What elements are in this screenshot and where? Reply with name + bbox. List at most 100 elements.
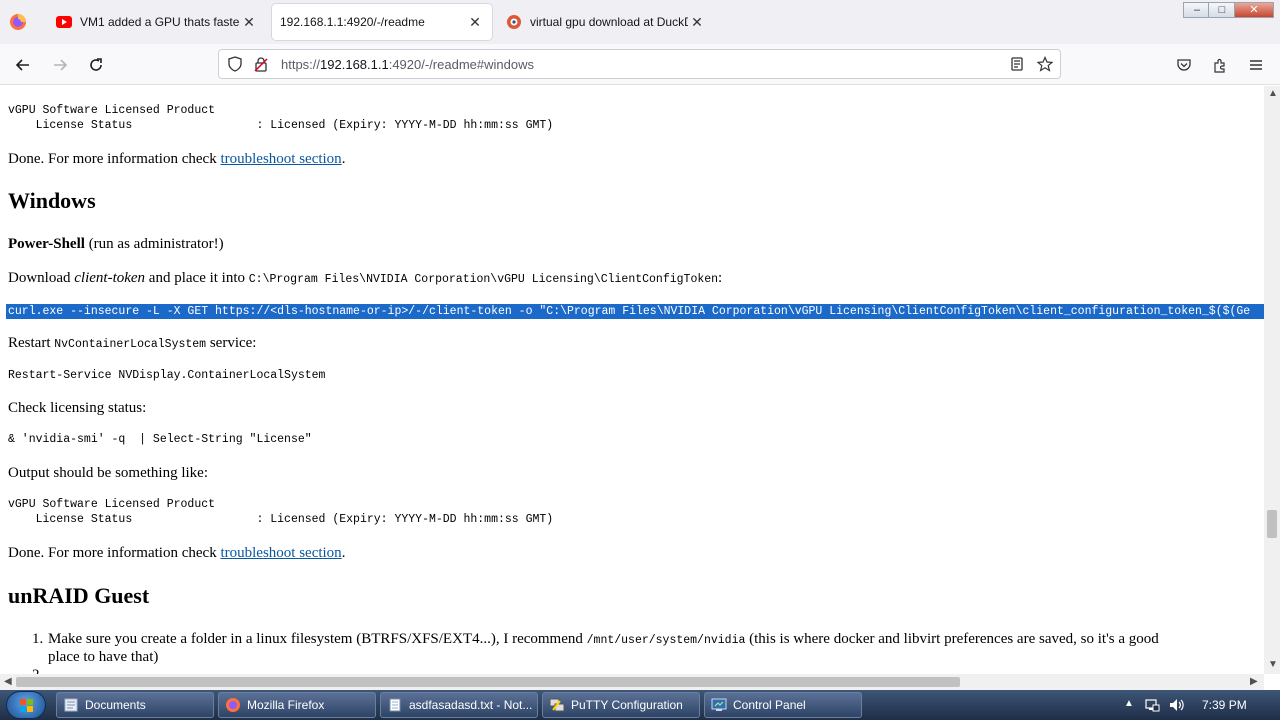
firefox-menu-icon[interactable] [8, 12, 28, 32]
bookmark-star-icon[interactable] [1036, 56, 1054, 77]
list-item-text: Make sure you create a folder in a linux… [48, 631, 587, 647]
close-icon[interactable]: ✕ [240, 14, 258, 31]
install-path-code: C:\Program Files\NVIDIA Corporation\vGPU… [248, 273, 719, 286]
control-panel-icon [711, 697, 727, 713]
powershell-paragraph: Power-Shell (run as administrator!) [8, 236, 224, 253]
minimize-button[interactable]: – [1183, 2, 1211, 18]
taskbar-label: PuTTY Configuration [571, 698, 683, 712]
youtube-icon [56, 14, 72, 30]
horizontal-scroll-thumb[interactable] [16, 677, 960, 687]
url-path: :4920/-/readme#windows [388, 57, 534, 72]
taskbar-item-putty[interactable]: PuTTY Configuration [542, 692, 700, 718]
reload-icon[interactable] [83, 52, 109, 78]
taskbar-item-firefox[interactable]: Mozilla Firefox [218, 692, 376, 718]
tab-youtube[interactable]: VM1 added a GPU thats faster t ✕ [48, 4, 266, 40]
putty-icon [549, 697, 565, 713]
windows-heading: Windows [8, 188, 96, 213]
download-end: : [718, 270, 723, 286]
pocket-icon[interactable] [1171, 52, 1197, 78]
scroll-right-icon[interactable]: ▶ [1250, 676, 1258, 687]
show-hidden-icons-icon[interactable]: ▲ [1124, 698, 1134, 709]
lock-warning-icon[interactable] [253, 56, 269, 77]
clock[interactable]: 7:39 PM [1202, 698, 1247, 712]
restart-paragraph: Restart NvContainerLocalSystem service: [8, 335, 256, 352]
close-icon[interactable]: ✕ [688, 14, 706, 31]
vertical-scroll-thumb[interactable] [1267, 510, 1277, 538]
check-paragraph: Check licensing status: [8, 400, 147, 416]
notepad-icon [387, 697, 403, 713]
output-line: vGPU Software Licensed Product [8, 498, 216, 511]
start-button[interactable] [6, 691, 46, 719]
output-line: vGPU Software Licensed Product [8, 104, 216, 117]
forward-icon[interactable] [47, 52, 73, 78]
taskbar: Documents Mozilla Firefox asdfasadasd.tx… [0, 690, 1280, 720]
taskbar-item-documents[interactable]: Documents [56, 692, 214, 718]
url-text[interactable]: https://192.168.1.1:4920/-/readme#window… [281, 57, 534, 72]
done-end: . [341, 545, 346, 561]
tab-readme[interactable]: 192.168.1.1:4920/-/readme ✕ [272, 4, 492, 40]
menu-icon[interactable] [1243, 52, 1269, 78]
url-host: 192.168.1.1 [320, 57, 389, 72]
page-content: vGPU Software Licensed Product License S… [0, 86, 1264, 674]
done-text: Done. For more information check [8, 151, 221, 167]
scroll-down-icon[interactable]: ▼ [1268, 659, 1278, 670]
taskbar-item-notepad[interactable]: asdfasadasd.txt - Not... [380, 692, 538, 718]
list-item-number: 2. [32, 667, 43, 674]
download-mid: and place it into [145, 270, 249, 286]
done-end: . [341, 151, 346, 167]
restart-end: service: [206, 335, 257, 351]
restart-pre: Restart [8, 335, 55, 351]
troubleshoot-link[interactable]: troubleshoot section [220, 545, 341, 561]
duckduckgo-icon [506, 14, 522, 30]
list-item: Make sure you create a folder in a linux… [48, 631, 1159, 648]
url-scheme: https:// [281, 57, 321, 72]
done-text: Done. For more information check [8, 545, 221, 561]
close-icon[interactable]: ✕ [466, 14, 484, 31]
done-paragraph: Done. For more information check trouble… [8, 545, 345, 562]
download-paragraph: Download client-token and place it into … [8, 270, 722, 287]
shield-icon[interactable] [227, 56, 243, 77]
scroll-up-icon[interactable]: ▲ [1268, 88, 1278, 99]
powershell-rest: (run as administrator!) [84, 236, 224, 252]
url-bar[interactable]: https://192.168.1.1:4920/-/readme#window… [218, 49, 1061, 79]
list-item-text: (this is where docker and libvirt prefer… [745, 631, 1159, 647]
taskbar-label: Control Panel [733, 698, 806, 712]
client-token-italic: client-token [74, 270, 146, 286]
nvidia-path-code: /mnt/user/system/nvidia [586, 634, 746, 647]
service-name-code: NvContainerLocalSystem [54, 338, 207, 351]
scroll-left-icon[interactable]: ◀ [4, 676, 12, 687]
system-tray: ▲ 7:39 PM [1118, 690, 1280, 720]
taskbar-label: Mozilla Firefox [247, 698, 325, 712]
restart-command: Restart-Service NVDisplay.ContainerLocal… [8, 369, 326, 382]
tab-title: VM1 added a GPU thats faster t [80, 15, 240, 29]
vertical-scrollbar[interactable]: ▲ ▼ [1264, 86, 1280, 674]
tab-duckduckgo[interactable]: virtual gpu download at DuckD ✕ [498, 4, 714, 40]
taskbar-item-control-panel[interactable]: Control Panel [704, 692, 862, 718]
close-window-button[interactable]: ✕ [1234, 2, 1274, 18]
unraid-heading: unRAID Guest [8, 583, 150, 608]
powershell-bold: Power-Shell [8, 236, 85, 252]
taskbar-label: Documents [85, 698, 146, 712]
curl-command-selected[interactable]: curl.exe --insecure -L -X GET https://<d… [6, 304, 1264, 319]
output-paragraph: Output should be something like: [8, 465, 208, 481]
extensions-icon[interactable] [1207, 52, 1233, 78]
tab-title: 192.168.1.1:4920/-/readme [280, 15, 425, 29]
navigation-toolbar: https://192.168.1.1:4920/-/readme#window… [0, 44, 1280, 85]
reader-view-icon[interactable] [1009, 56, 1025, 77]
done-paragraph: Done. For more information check trouble… [8, 151, 345, 168]
tab-strip: VM1 added a GPU thats faster t ✕ 192.168… [0, 0, 1280, 44]
tab-title: virtual gpu download at DuckD [530, 15, 688, 29]
list-item-number: 1. [32, 631, 44, 647]
maximize-button[interactable]: □ [1208, 2, 1236, 18]
network-icon[interactable] [1144, 697, 1160, 716]
list-item-continuation: place to have that) [48, 649, 159, 665]
troubleshoot-link[interactable]: troubleshoot section [220, 151, 341, 167]
output-line: License Status : Licensed (Expiry: YYYY-… [8, 119, 554, 132]
download-pre: Download [8, 270, 75, 286]
horizontal-scrollbar[interactable]: ◀ ▶ [0, 674, 1264, 690]
taskbar-label: asdfasadasd.txt - Not... [409, 698, 533, 712]
back-icon[interactable] [10, 52, 36, 78]
volume-icon[interactable] [1168, 697, 1184, 716]
check-command: & 'nvidia-smi' -q | Select-String "Licen… [8, 433, 312, 446]
folder-icon [63, 697, 79, 713]
